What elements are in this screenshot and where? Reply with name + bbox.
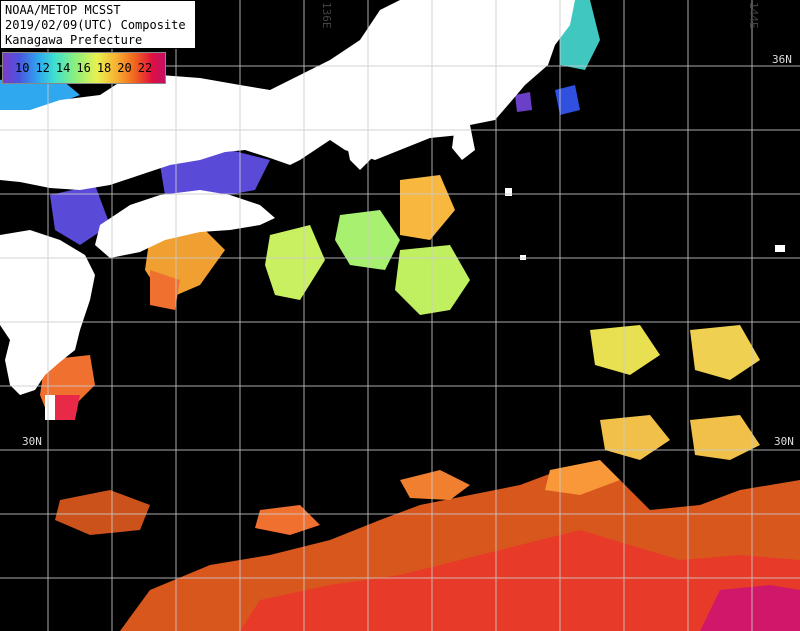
scale-tick-14: 14 [55,61,71,75]
scale-tick-12: 12 [35,61,50,75]
sst-map [0,0,800,631]
lat-label-30n-right: 30N [774,435,794,448]
lon-label-136e: 136E [320,2,333,29]
scale-tick-16: 16 [76,61,91,75]
lat-label-36n-right: 36N [772,53,792,66]
title-line-region: Kanagawa Prefecture [5,33,143,47]
scale-tick-20: 20 [117,61,132,75]
lon-label-144e: 144E [747,2,760,29]
lat-label-30n-left: 30N [22,435,42,448]
sst-color-scale: 10 12 14 16 18 20 22 [2,52,166,84]
title-line-date: 2019/02/09(UTC) Composite [5,18,186,32]
scale-tick-18: 18 [96,61,112,75]
scale-tick-22: 22 [137,61,153,75]
scale-tick-10: 10 [15,61,30,75]
title-line-product: NOAA/METOP MCSST [5,3,121,17]
map-title-box: NOAA/METOP MCSST 2019/02/09(UTC) Composi… [0,0,196,49]
